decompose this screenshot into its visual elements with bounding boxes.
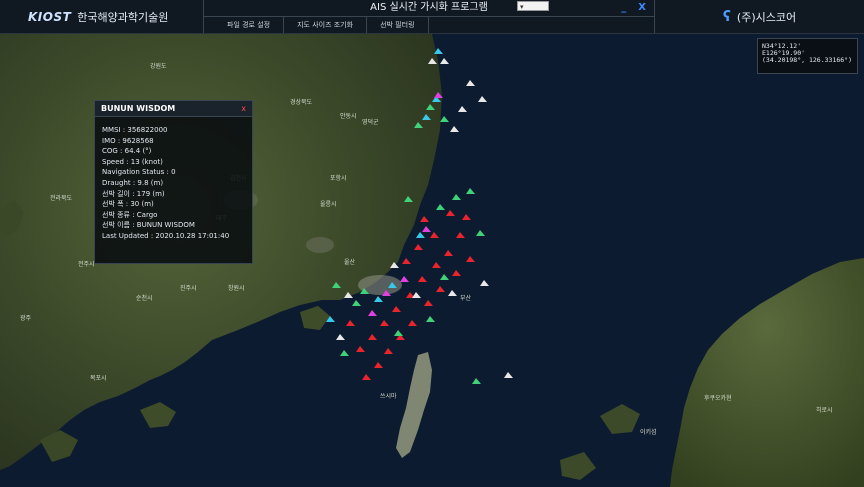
vessel-imo: IMO : 9628568 <box>102 136 154 145</box>
vessel-mmsi: MMSI : 356822000 <box>102 126 168 134</box>
svg-text:울릉시: 울릉시 <box>320 201 337 208</box>
svg-text:목포시: 목포시 <box>90 375 107 382</box>
vessel-name-row: 선박 이름 : BUNUN WISDOM <box>102 221 195 230</box>
svg-text:안동시: 안동시 <box>340 112 357 120</box>
svg-text:진주시: 진주시 <box>180 284 197 292</box>
window-controls: _ X <box>621 2 646 13</box>
app-title: AIS 실시간 가시화 프로그램 <box>204 0 654 17</box>
app-header: KIOST 한국해양과학기술원 AIS 실시간 가시화 프로그램 파일 경로 설… <box>0 0 864 34</box>
minimize-button[interactable]: _ <box>621 2 626 13</box>
cursor-coordinate-readout: N34°12.12' E126°19.90' (34.20198°, 126.3… <box>757 38 858 74</box>
svg-text:이키섬: 이키섬 <box>640 428 657 436</box>
vessel-info-header: BUNUN WISDOM x <box>95 101 252 117</box>
company-logo-icon: ʕ <box>722 8 731 25</box>
svg-text:창원시: 창원시 <box>228 284 245 292</box>
vessel-type: 선박 종류 : Cargo <box>102 210 158 219</box>
window-select-box[interactable]: ▾ <box>517 1 549 11</box>
kiost-logo: KIOST <box>28 9 72 24</box>
vessel-length: 선박 길이 : 179 (m) <box>102 189 165 198</box>
company-area: ʕ (주)시스코어 <box>655 0 864 33</box>
svg-text:전주시: 전주시 <box>78 260 95 268</box>
svg-text:경상북도: 경상북도 <box>290 98 313 106</box>
svg-text:광주: 광주 <box>20 315 32 322</box>
vessel-last-updated: Last Updated : 2020.10.28 17:01:40 <box>102 231 230 240</box>
company-name: (주)시스코어 <box>736 10 797 24</box>
svg-text:쓰시마: 쓰시마 <box>380 392 397 400</box>
menu-file-path[interactable]: 파일 경로 설정 <box>214 17 285 33</box>
vessel-cog: COG : 64.4 (°) <box>102 147 152 156</box>
main-menu: 파일 경로 설정 지도 사이즈 조기화 선박 필터링 <box>204 17 654 33</box>
vessel-nav-status: Navigation Status : 0 <box>102 168 176 177</box>
org-logo-area: KIOST 한국해양과학기술원 <box>0 0 203 33</box>
svg-text:포항시: 포항시 <box>330 174 347 182</box>
title-menu-area: AIS 실시간 가시화 프로그램 파일 경로 설정 지도 사이즈 조기화 선박 … <box>203 0 655 33</box>
svg-text:순천시: 순천시 <box>136 294 153 302</box>
close-button[interactable]: X <box>638 2 646 13</box>
svg-text:히로시: 히로시 <box>816 406 833 414</box>
vessel-name-title: BUNUN WISDOM <box>101 104 176 113</box>
svg-text:강원도: 강원도 <box>150 62 167 70</box>
vessel-info-body: MMSI : 356822000 IMO : 9628568 COG : 64.… <box>95 117 252 242</box>
decimal-readout: (34.20198°, 126.33166°) <box>762 56 853 64</box>
menu-ship-filter[interactable]: 선박 필터링 <box>367 17 429 33</box>
svg-text:전라북도: 전라북도 <box>50 194 73 202</box>
ulsan-urban <box>306 237 334 253</box>
svg-text:영덕군: 영덕군 <box>362 118 379 126</box>
menu-map-reset[interactable]: 지도 사이즈 조기화 <box>284 17 368 33</box>
vessel-width: 선박 폭 : 30 (m) <box>102 200 154 209</box>
vessel-info-popup: BUNUN WISDOM x MMSI : 356822000 IMO : 96… <box>94 100 253 264</box>
org-name: 한국해양과학기술원 <box>77 10 169 24</box>
popup-close-button[interactable]: x <box>241 104 246 113</box>
svg-text:부산: 부산 <box>460 294 472 302</box>
svg-text:울산: 울산 <box>344 258 356 266</box>
svg-text:후쿠오카현: 후쿠오카현 <box>704 394 732 402</box>
vessel-draught: Draught : 9.8 (m) <box>102 178 164 187</box>
vessel-speed: Speed : 13 (knot) <box>102 157 163 166</box>
